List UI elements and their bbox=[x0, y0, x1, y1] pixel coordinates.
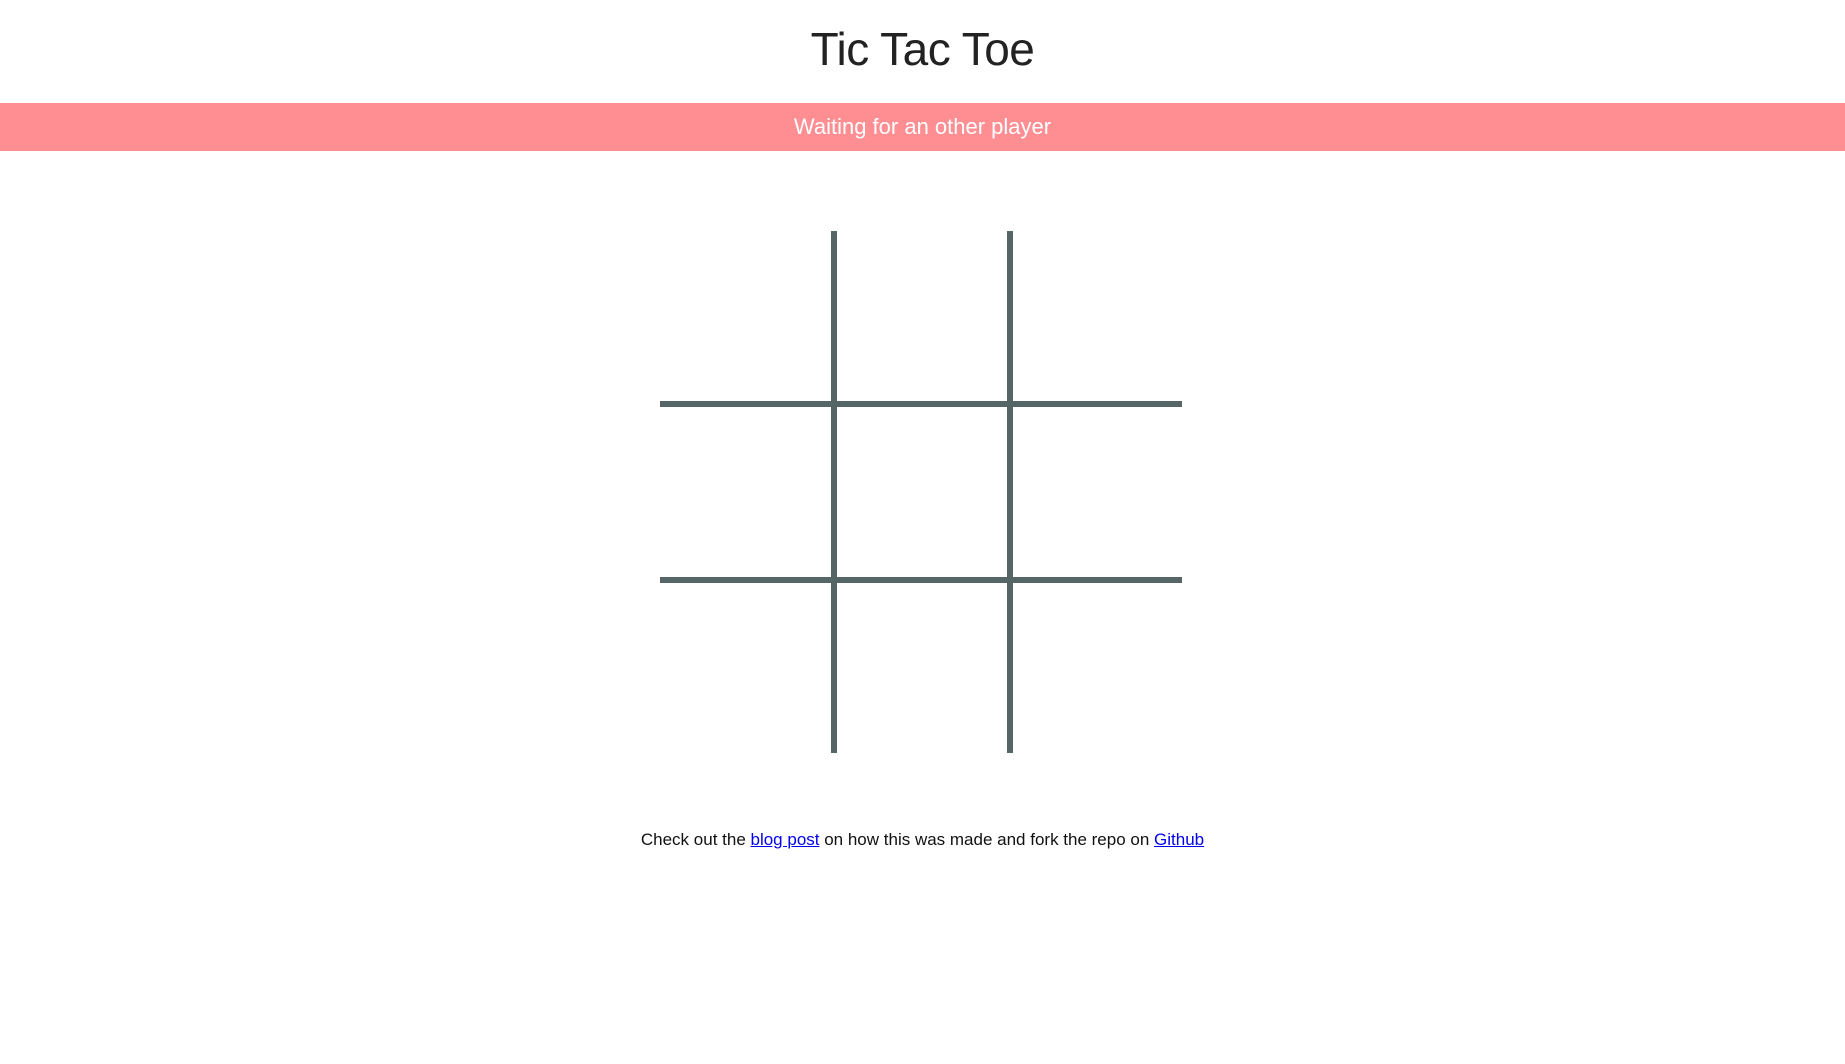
grid-line-horizontal-1 bbox=[660, 401, 1182, 407]
game-board bbox=[660, 231, 1182, 753]
footer-text-middle: on how this was made and fork the repo o… bbox=[819, 830, 1155, 849]
status-banner: Waiting for an other player bbox=[0, 103, 1845, 151]
board-cell-5[interactable] bbox=[834, 405, 1008, 579]
board-cell-4[interactable] bbox=[660, 405, 834, 579]
page: Tic Tac Toe Waiting for an other player … bbox=[0, 0, 1845, 1064]
grid-line-vertical-1 bbox=[831, 231, 837, 753]
board-cell-8[interactable] bbox=[834, 579, 1008, 753]
blog-post-link[interactable]: blog post bbox=[751, 830, 820, 849]
footer-note: Check out the blog post on how this was … bbox=[0, 830, 1845, 850]
board-cell-1[interactable] bbox=[660, 231, 834, 405]
board-cell-7[interactable] bbox=[660, 579, 834, 753]
grid-line-vertical-2 bbox=[1007, 231, 1013, 753]
board-cell-3[interactable] bbox=[1008, 231, 1182, 405]
board-cell-9[interactable] bbox=[1008, 579, 1182, 753]
github-link[interactable]: Github bbox=[1154, 830, 1204, 849]
board-cell-2[interactable] bbox=[834, 231, 1008, 405]
board-cell-6[interactable] bbox=[1008, 405, 1182, 579]
footer-text-prefix: Check out the bbox=[640, 830, 751, 849]
page-title: Tic Tac Toe bbox=[810, 23, 1035, 75]
grid-line-horizontal-2 bbox=[660, 577, 1182, 583]
